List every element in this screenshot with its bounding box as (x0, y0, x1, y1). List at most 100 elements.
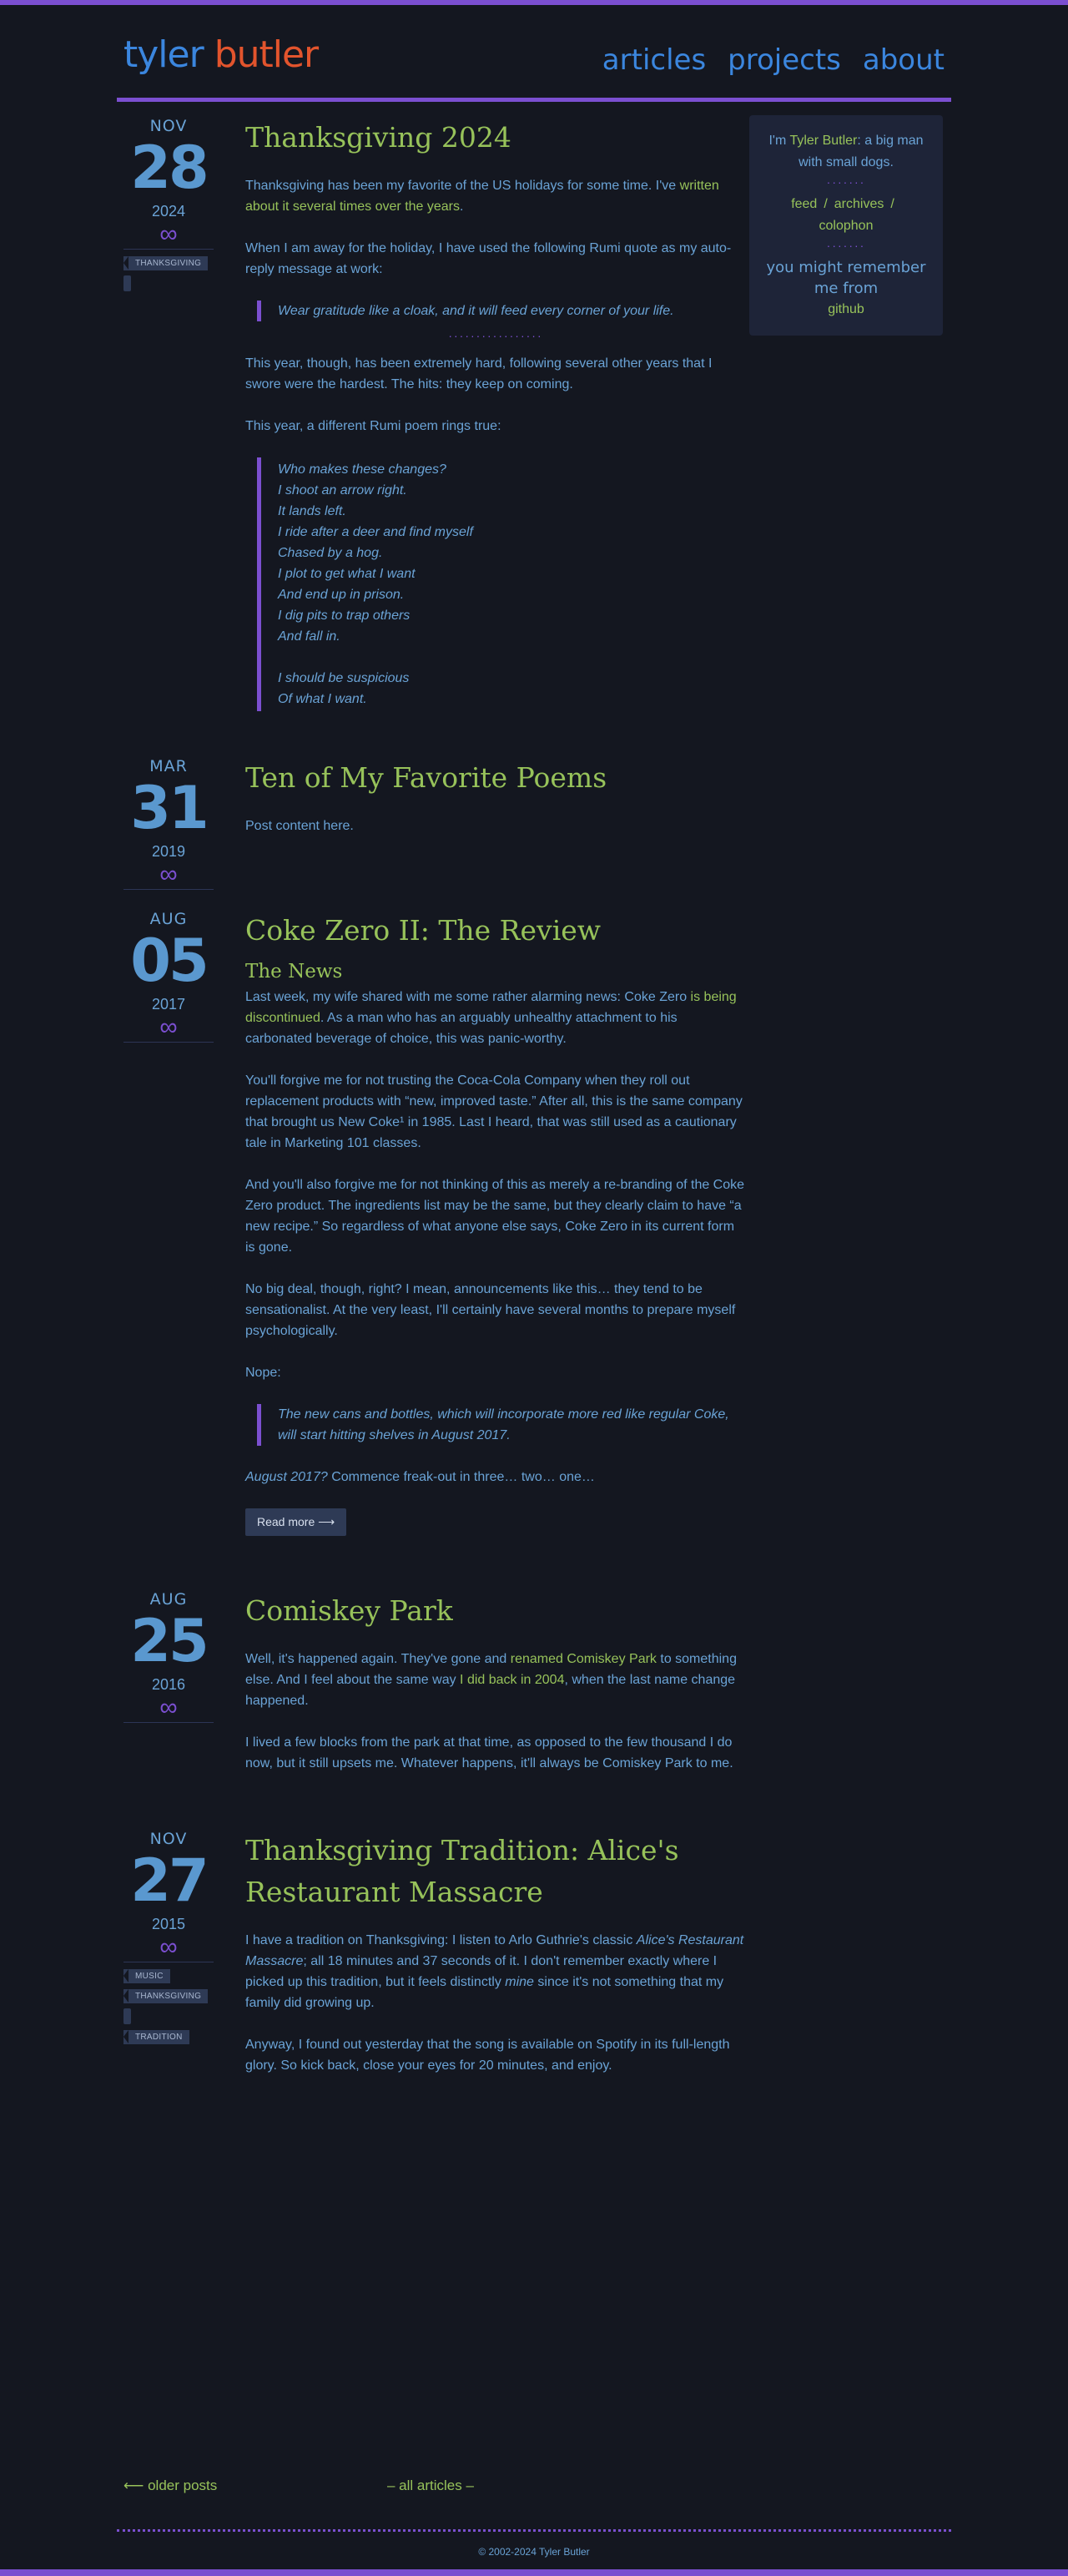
tag-list: MUSIC THANKSGIVING TRADITION (123, 1966, 214, 2047)
poem-line: And end up in prison. (278, 588, 405, 602)
post-title[interactable]: Thanksgiving Tradition: Alice's Restaura… (245, 1830, 746, 1913)
poem-line: I shoot an arrow right. (278, 483, 407, 498)
bio-pre: I'm (768, 134, 790, 148)
tag-stub (123, 275, 131, 291)
nav-articles[interactable]: articles (602, 43, 706, 77)
date-day: 27 (130, 1846, 209, 1915)
post-content: Comiskey Park Well, it's happened again.… (245, 1590, 746, 1774)
text: Thanksgiving has been my favorite of the… (245, 179, 680, 193)
poem-line: Chased by a hog. (278, 546, 383, 560)
poem-line: I plot to get what I want (278, 567, 416, 581)
date-day: 05 (130, 927, 209, 995)
older-posts-link[interactable]: ⟵ older posts (123, 2478, 217, 2494)
sidebar-remember: you might remember me from (766, 259, 926, 297)
paragraph: Last week, my wife shared with me some r… (245, 987, 746, 1049)
sidebar-links: feed / archives / colophon (759, 194, 933, 237)
post-title[interactable]: Ten of My Favorite Poems (245, 757, 746, 799)
paragraph: Nope: (245, 1366, 281, 1380)
permalink-infinity-icon[interactable]: ∞ (123, 222, 214, 247)
poem-line: It lands left. (278, 504, 346, 518)
text: Commence freak-out in three… two… one… (327, 1470, 595, 1484)
text: I have a tradition on Thanksgiving: I li… (245, 1933, 637, 1947)
post-content: Coke Zero II: The Review The News Last w… (245, 910, 746, 1536)
header-divider (117, 98, 951, 102)
link-separator: / (890, 197, 894, 211)
logo-last-name: butler (214, 33, 319, 76)
nav-projects[interactable]: projects (728, 43, 841, 77)
section-heading: The News (245, 961, 343, 982)
post-title[interactable]: Thanksgiving 2024 (245, 117, 746, 159)
inline-link[interactable]: I did back in 2004 (460, 1673, 564, 1687)
date-day: 25 (130, 1607, 209, 1675)
logo-first-name: tyler (123, 33, 204, 76)
read-more-button[interactable]: Read more ⟶ (245, 1508, 347, 1536)
tag-stub (123, 2008, 131, 2024)
archives-link[interactable]: archives (834, 197, 884, 211)
permalink-infinity-icon[interactable]: ∞ (123, 1935, 214, 1960)
date-year: 2024 (151, 203, 186, 220)
post-date: NOV 28 2024 ∞ THANKSGIVING (123, 117, 214, 294)
paragraph: Post content here. (245, 819, 354, 833)
emphasis: mine (505, 1975, 534, 1989)
date-year: 2017 (151, 996, 186, 1013)
bottom-accent-bar (0, 2569, 1068, 2576)
quote-text: Wear gratitude like a cloak, and it will… (278, 304, 674, 318)
post-date: AUG 05 2017 ∞ (123, 910, 214, 1043)
main-nav: articles projects about (602, 43, 945, 77)
paragraph: August 2017? Commence freak-out in three… (245, 1467, 746, 1488)
post-title[interactable]: Coke Zero II: The Review (245, 910, 746, 952)
emphasis: August 2017? (245, 1470, 328, 1484)
tag-list: THANKSGIVING (123, 253, 214, 291)
date-day: 28 (130, 134, 209, 202)
footer-divider (117, 2529, 951, 2532)
nav-about[interactable]: about (863, 43, 945, 77)
top-accent-bar (0, 0, 1068, 5)
permalink-infinity-icon[interactable]: ∞ (123, 862, 214, 887)
post-content: Ten of My Favorite Poems Post content he… (245, 757, 746, 836)
colophon-link[interactable]: colophon (819, 219, 874, 233)
date-divider (123, 889, 214, 890)
tag-thanksgiving[interactable]: THANKSGIVING (123, 1989, 209, 2003)
paragraph: Anyway, I found out yesterday that the s… (245, 2038, 730, 2073)
paragraph: Well, it's happened again. They've gone … (245, 1649, 746, 1711)
permalink-infinity-icon[interactable]: ∞ (123, 1695, 214, 1720)
poem-line: Who makes these changes? (278, 462, 446, 477)
github-link[interactable]: github (828, 302, 864, 316)
text: . (460, 200, 464, 214)
stanza-gap (278, 647, 746, 668)
poem-line: I should be suspicious (278, 671, 410, 685)
post-date: AUG 25 2016 ∞ (123, 1590, 214, 1723)
date-divider (123, 1722, 214, 1723)
blockquote: The new cans and bottles, which will inc… (257, 1404, 746, 1446)
text: Last week, my wife shared with me some r… (245, 990, 691, 1004)
date-year: 2016 (151, 1676, 186, 1693)
feed-link[interactable]: feed (791, 197, 817, 211)
site-logo[interactable]: tyler butler (123, 33, 319, 76)
paragraph: When I am away for the holiday, I have u… (245, 241, 732, 276)
date-divider (123, 249, 214, 250)
sidebar-dots: ······· (826, 175, 866, 189)
poem-line: And fall in. (278, 629, 340, 644)
date-month: AUG (149, 1590, 188, 1609)
date-year: 2015 (151, 1916, 186, 1932)
date-year: 2019 (151, 843, 186, 860)
poem-line: Of what I want. (278, 692, 367, 706)
post-title[interactable]: Comiskey Park (245, 1590, 746, 1632)
paragraph: You'll forgive me for not trusting the C… (245, 1073, 743, 1150)
bio-name-link[interactable]: Tyler Butler (789, 134, 857, 148)
paragraph: I have a tradition on Thanksgiving: I li… (245, 1930, 746, 2013)
date-month: NOV (149, 117, 188, 135)
all-articles-link[interactable]: – all articles – (387, 2478, 474, 2494)
paragraph: No big deal, though, right? I mean, anno… (245, 1282, 736, 1338)
poem-blockquote: Who makes these changes? I shoot an arro… (257, 457, 746, 711)
paragraph: This year, a different Rumi poem rings t… (245, 419, 501, 433)
permalink-infinity-icon[interactable]: ∞ (123, 1015, 214, 1040)
date-divider (123, 1042, 214, 1043)
tag-music[interactable]: MUSIC (123, 1969, 170, 1983)
tag-thanksgiving[interactable]: THANKSGIVING (123, 256, 209, 270)
tag-tradition[interactable]: TRADITION (123, 2030, 189, 2044)
post-content: Thanksgiving Tradition: Alice's Restaura… (245, 1830, 746, 2076)
paragraph: This year, though, has been extremely ha… (245, 356, 713, 391)
inline-link[interactable]: renamed Comiskey Park (511, 1652, 657, 1666)
quote-text: The new cans and bottles, which will inc… (278, 1407, 729, 1442)
